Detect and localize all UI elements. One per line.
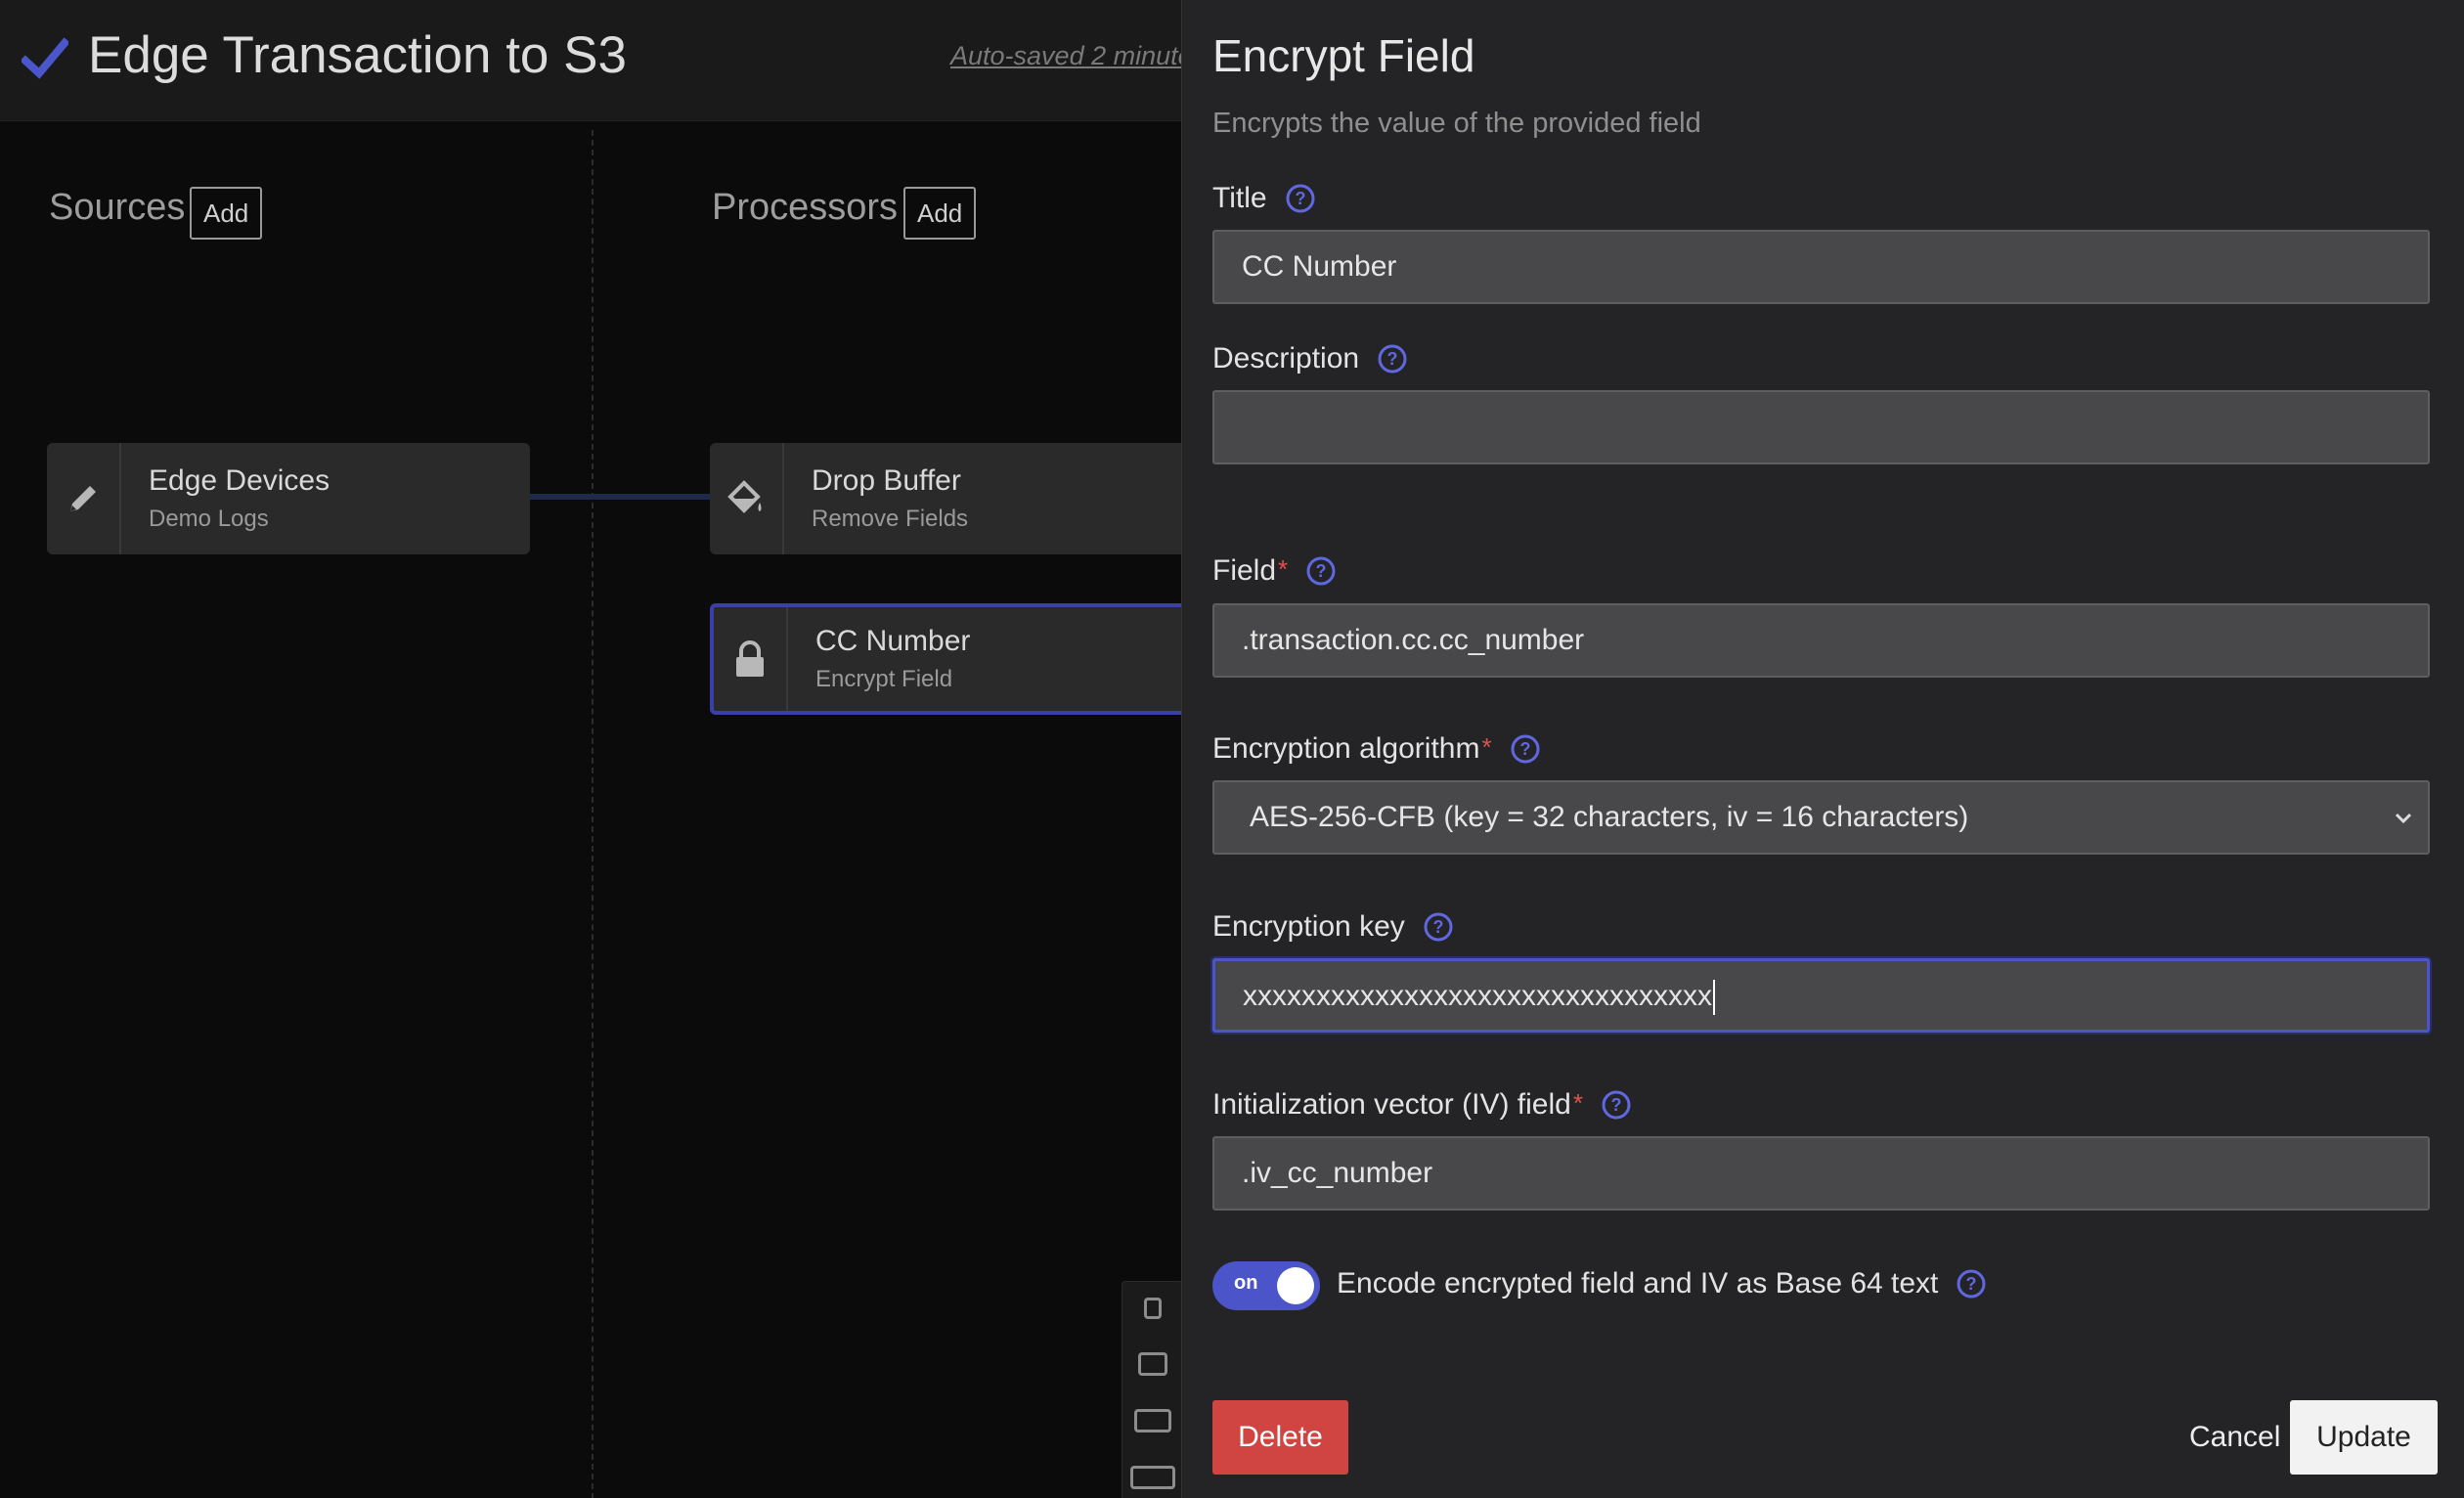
node-name: Drop Buffer	[812, 464, 961, 497]
algorithm-label: Encryption algorithm * ?	[1212, 732, 1541, 766]
chevron-down-icon	[2395, 813, 2412, 824]
processor-node-cc-number[interactable]: CC Number Encrypt Field	[710, 603, 1183, 715]
pencil-icon	[70, 486, 96, 511]
base64-toggle-label: Encode encrypted field and IV as Base 64…	[1337, 1267, 1987, 1300]
canvas-zoom-controls	[1122, 1281, 1183, 1498]
delete-button[interactable]: Delete	[1212, 1400, 1348, 1475]
pipeline-canvas[interactable]: Sources Add Processors Add Edge Devices …	[0, 122, 1183, 1498]
help-icon[interactable]: ?	[1423, 911, 1454, 943]
svg-text:?: ?	[1387, 349, 1398, 369]
lock-icon	[736, 640, 764, 677]
pipeline-header: Edge Transaction to S3 Auto-saved 2 minu…	[0, 0, 1193, 121]
node-connector	[530, 494, 710, 500]
help-icon[interactable]: ?	[1601, 1089, 1632, 1121]
help-icon[interactable]: ?	[1956, 1268, 1987, 1300]
column-divider	[592, 130, 594, 1498]
encryption-key-input[interactable]: xxxxxxxxxxxxxxxxxxxxxxxxxxxxxxxx	[1212, 958, 2430, 1033]
svg-text:?: ?	[1610, 1095, 1621, 1115]
svg-text:?: ?	[1295, 189, 1305, 208]
base64-toggle[interactable]: on	[1212, 1261, 1320, 1310]
node-name: Edge Devices	[149, 464, 330, 497]
svg-text:?: ?	[1316, 561, 1327, 581]
text-caret	[1713, 980, 1715, 1016]
toggle-knob	[1277, 1267, 1314, 1304]
check-icon	[22, 37, 68, 79]
field-label: Field * ?	[1212, 554, 1337, 588]
help-icon[interactable]: ?	[1285, 183, 1316, 214]
update-button[interactable]: Update	[2290, 1400, 2438, 1475]
pipeline-title[interactable]: Edge Transaction to S3	[88, 25, 627, 85]
zoom-medium-icon[interactable]	[1138, 1352, 1167, 1376]
svg-text:?: ?	[1432, 917, 1443, 937]
source-node-edge-devices[interactable]: Edge Devices Demo Logs	[47, 443, 530, 554]
zoom-large-icon[interactable]	[1134, 1409, 1171, 1432]
drawer-title: Encrypt Field	[1212, 30, 1475, 81]
help-icon[interactable]: ?	[1377, 343, 1408, 374]
processor-node-drop-buffer[interactable]: Drop Buffer Remove Fields	[710, 443, 1183, 554]
zoom-small-icon[interactable]	[1144, 1298, 1162, 1319]
title-input[interactable]: CC Number	[1212, 230, 2430, 304]
encryption-key-value: xxxxxxxxxxxxxxxxxxxxxxxxxxxxxxxx	[1243, 980, 1712, 1012]
processors-heading: Processors	[712, 187, 899, 228]
field-input[interactable]: .transaction.cc.cc_number	[1212, 603, 2430, 678]
algorithm-select[interactable]: AES-256-CFB (key = 32 characters, iv = 1…	[1212, 780, 2430, 855]
key-label: Encryption key ?	[1212, 910, 1454, 944]
required-mark: *	[1481, 732, 1492, 762]
autosave-status[interactable]: Auto-saved 2 minute	[950, 41, 1193, 71]
algorithm-selected-value: AES-256-CFB (key = 32 characters, iv = 1…	[1250, 801, 1969, 833]
svg-text:?: ?	[1966, 1274, 1977, 1294]
drawer-subtitle: Encrypts the value of the provided field	[1212, 108, 1701, 139]
iv-label: Initialization vector (IV) field * ?	[1212, 1088, 1632, 1122]
encrypt-field-drawer: Encrypt Field Encrypts the value of the …	[1181, 0, 2464, 1498]
svg-text:?: ?	[1519, 739, 1530, 759]
paint-bucket-icon	[727, 480, 762, 513]
node-name: CC Number	[815, 625, 971, 657]
node-type: Demo Logs	[149, 506, 269, 532]
cancel-button[interactable]: Cancel	[2172, 1400, 2298, 1475]
help-icon[interactable]: ?	[1305, 555, 1337, 587]
add-source-button[interactable]: Add	[190, 187, 263, 240]
description-label: Description ?	[1212, 342, 1408, 375]
iv-field-input[interactable]: .iv_cc_number	[1212, 1136, 2430, 1211]
node-type: Remove Fields	[812, 506, 969, 532]
help-icon[interactable]: ?	[1510, 733, 1541, 765]
sources-heading: Sources	[49, 187, 186, 228]
required-mark: *	[1572, 1088, 1583, 1118]
toggle-state-label: on	[1234, 1272, 1258, 1294]
description-input[interactable]	[1212, 390, 2430, 464]
node-type: Encrypt Field	[815, 666, 953, 692]
add-processor-button[interactable]: Add	[903, 187, 977, 240]
zoom-fit-icon[interactable]	[1130, 1466, 1175, 1489]
title-label: Title ?	[1212, 182, 1316, 215]
required-mark: *	[1278, 554, 1289, 584]
